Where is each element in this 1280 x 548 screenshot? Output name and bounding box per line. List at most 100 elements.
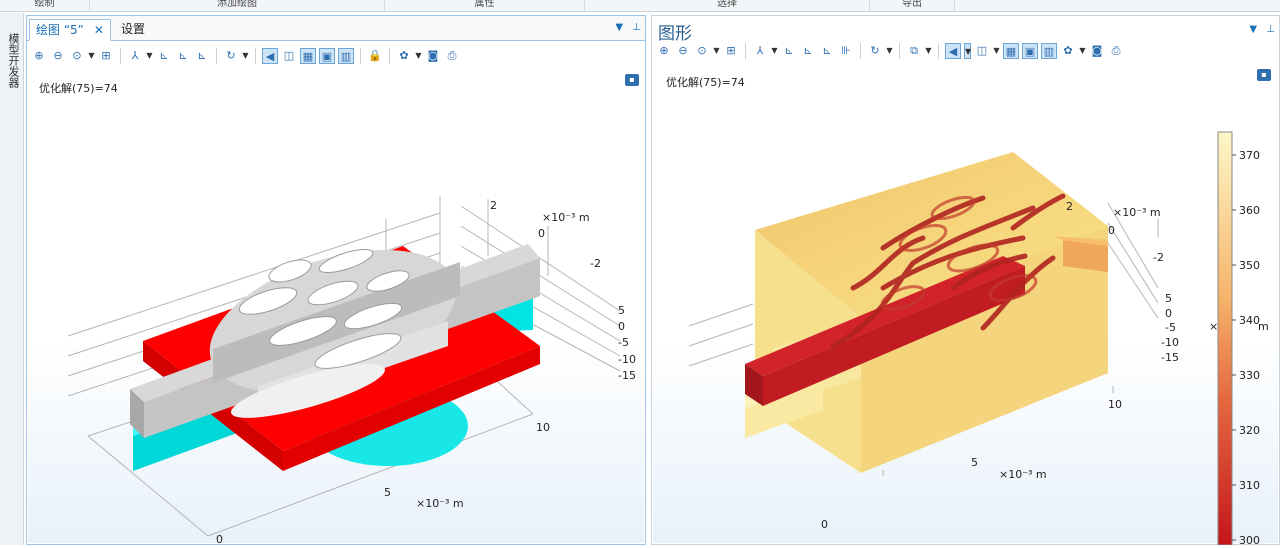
axis-icon[interactable]: ▣ xyxy=(1022,43,1038,59)
model-builder-tab[interactable]: 模型开发器 xyxy=(5,33,21,88)
pin-icon[interactable]: ⊥ xyxy=(1266,24,1275,35)
zoom-extents-icon[interactable]: ⊞ xyxy=(723,43,739,59)
chevron-down-icon[interactable]: ▼ xyxy=(242,48,249,64)
axis-tick-z1: 0 xyxy=(618,320,625,333)
colorbar-tick-330: 330 xyxy=(1239,369,1260,382)
ribbon-group-properties[interactable]: 属性 xyxy=(385,0,585,11)
graphics-panel-right: 图形 ▼ ⊥ ⊕ ⊖ ⊙ ▼ ⊞ ⅄ ▼ ⊾ ⊾ ⊾ ⊪ ↻ ▼ ⧉ ▼ ◀ ▼… xyxy=(651,15,1280,548)
colorbar-tick-360: 360 xyxy=(1239,204,1260,217)
axis-tick-z1: 0 xyxy=(1165,307,1172,320)
toolbar-divider xyxy=(899,43,900,59)
chevron-down-icon[interactable]: ▼ xyxy=(964,43,971,59)
transparency-icon[interactable]: ◫ xyxy=(974,43,990,59)
refresh-icon[interactable]: ✿ xyxy=(1060,43,1076,59)
transparency-icon[interactable]: ◫ xyxy=(281,48,297,64)
print-icon[interactable]: ⎙ xyxy=(1108,43,1124,59)
tab-controls: ▼ ⊥ xyxy=(615,22,641,33)
chevron-down-icon[interactable]: ▼ xyxy=(771,43,778,59)
toolbar-divider xyxy=(745,43,746,59)
rotate-icon[interactable]: ↻ xyxy=(867,43,883,59)
colorbar-unit-symbol: × xyxy=(1209,320,1218,333)
axis-unit-bottom: ×10⁻³ m xyxy=(999,468,1047,481)
graphics-viewport[interactable]: 2 ×10⁻³ m 0 -2 5 0 -5 -10 -15 10 5 ×10⁻³… xyxy=(28,96,644,546)
camera-icon[interactable]: ◙ xyxy=(425,48,441,64)
rotate-icon[interactable]: ↻ xyxy=(223,48,239,64)
colorbar-tick-310: 310 xyxy=(1239,479,1260,492)
tab-bar: 绘图 “5” ✕ 设置 ▼ ⊥ xyxy=(27,16,645,41)
zoom-in-icon[interactable]: ⊕ xyxy=(656,43,672,59)
ribbon-group-export[interactable]: 导出 xyxy=(870,0,955,11)
ribbon-group-draw[interactable]: 绘制 xyxy=(0,0,90,11)
select-icon[interactable]: ⧉ xyxy=(906,43,922,59)
axis-tick-y0: 0 xyxy=(538,227,545,240)
wireframe-icon[interactable]: ▥ xyxy=(338,48,354,64)
scene-light-icon[interactable]: ◀ xyxy=(262,48,278,64)
zoom-extents-icon[interactable]: ⊞ xyxy=(98,48,114,64)
ribbon-group-select[interactable]: 选择 xyxy=(585,0,870,11)
pin-icon[interactable]: ⊥ xyxy=(632,22,641,33)
view-xy-icon[interactable]: ⊾ xyxy=(156,48,172,64)
tab-settings[interactable]: 设置 xyxy=(115,19,151,41)
chevron-down-icon[interactable]: ▼ xyxy=(993,43,1000,59)
colorbar: 370 360 350 340 330 320 310 300 × m xyxy=(1209,131,1269,547)
axis-tick-z0: 5 xyxy=(1165,292,1172,305)
chevron-down-icon[interactable]: ▼ xyxy=(925,43,932,59)
colorbar-tick-340: 340 xyxy=(1239,314,1260,327)
view-xy-icon[interactable]: ⊾ xyxy=(781,43,797,59)
chevron-down-icon[interactable]: ▼ xyxy=(886,43,893,59)
axis-tick-x-right: 10 xyxy=(1108,398,1122,411)
temperature-plot: 2 ×10⁻³ m 0 -2 5 0 -5 -10 -15 10 5 ×10⁻³… xyxy=(687,131,1269,548)
graphics-window-icon[interactable]: ▪ xyxy=(625,74,639,86)
chevron-down-icon[interactable]: ▼ xyxy=(415,48,422,64)
view-default-icon[interactable]: ⊪ xyxy=(838,43,854,59)
ribbon: 绘制 添加绘图 属性 选择 导出 xyxy=(0,0,1280,12)
axis-tick-top: 2 xyxy=(1066,200,1073,213)
axis-tick-x-bottom: 5 xyxy=(384,486,391,499)
zoom-out-icon[interactable]: ⊖ xyxy=(675,43,691,59)
chevron-down-icon[interactable]: ▼ xyxy=(1249,24,1257,35)
toolbar-divider xyxy=(360,48,361,64)
toolbar-divider xyxy=(389,48,390,64)
ribbon-group-add-plot[interactable]: 添加绘图 xyxy=(90,0,385,11)
thermal-domain xyxy=(745,152,1108,473)
chevron-down-icon[interactable]: ▼ xyxy=(88,48,95,64)
lock-icon[interactable]: 🔒 xyxy=(367,48,383,64)
zoom-box-icon[interactable]: ⊙ xyxy=(694,43,710,59)
chevron-down-icon[interactable]: ▼ xyxy=(1079,43,1086,59)
close-icon[interactable]: ✕ xyxy=(94,23,104,37)
colorbar-tick-300: 300 xyxy=(1239,534,1260,545)
plot-panel-left: 绘图 “5” ✕ 设置 ▼ ⊥ ⊕ ⊖ ⊙ ▼ ⊞ ⅄ ▼ ⊾ ⊾ ⊾ ↻ ▼ ◀… xyxy=(26,15,646,546)
scene-light-icon[interactable]: ◀ xyxy=(945,43,961,59)
axis-tick-y1: -2 xyxy=(1153,251,1164,264)
view-yz-icon[interactable]: ⊾ xyxy=(175,48,191,64)
chevron-down-icon[interactable]: ▼ xyxy=(146,48,153,64)
chevron-down-icon[interactable]: ▼ xyxy=(615,22,623,33)
axes-orientation-icon[interactable]: ⅄ xyxy=(752,43,768,59)
graphics-window-icon[interactable]: ▪ xyxy=(1257,69,1271,81)
view-yz-icon[interactable]: ⊾ xyxy=(800,43,816,59)
camera-icon[interactable]: ◙ xyxy=(1089,43,1105,59)
zoom-out-icon[interactable]: ⊖ xyxy=(50,48,66,64)
refresh-icon[interactable]: ✿ xyxy=(396,48,412,64)
toolbar-divider xyxy=(255,48,256,64)
toolbar-divider xyxy=(120,48,121,64)
graphics-viewport[interactable]: 2 ×10⁻³ m 0 -2 5 0 -5 -10 -15 10 5 ×10⁻³… xyxy=(653,88,1278,548)
zoom-in-icon[interactable]: ⊕ xyxy=(31,48,47,64)
axis-tick-z2: -5 xyxy=(1165,321,1176,334)
chevron-down-icon[interactable]: ▼ xyxy=(713,43,720,59)
zoom-box-icon[interactable]: ⊙ xyxy=(69,48,85,64)
view-zx-icon[interactable]: ⊾ xyxy=(819,43,835,59)
grid-icon[interactable]: ▦ xyxy=(1003,43,1019,59)
axis-tick-top: 2 xyxy=(490,199,497,212)
grid-icon[interactable]: ▦ xyxy=(300,48,316,64)
axis-unit-top: ×10⁻³ m xyxy=(1113,206,1161,219)
geometry-plot: 2 ×10⁻³ m 0 -2 5 0 -5 -10 -15 10 5 ×10⁻³… xyxy=(67,196,636,546)
tab-plot-5[interactable]: 绘图 “5” ✕ xyxy=(29,19,111,41)
axis-unit-bottom: ×10⁻³ m xyxy=(416,497,464,510)
wireframe-icon[interactable]: ▥ xyxy=(1041,43,1057,59)
print-icon[interactable]: ⎙ xyxy=(444,48,460,64)
axes-orientation-icon[interactable]: ⅄ xyxy=(127,48,143,64)
axis-tick-y0: 0 xyxy=(1108,224,1115,237)
view-zx-icon[interactable]: ⊾ xyxy=(194,48,210,64)
axis-icon[interactable]: ▣ xyxy=(319,48,335,64)
